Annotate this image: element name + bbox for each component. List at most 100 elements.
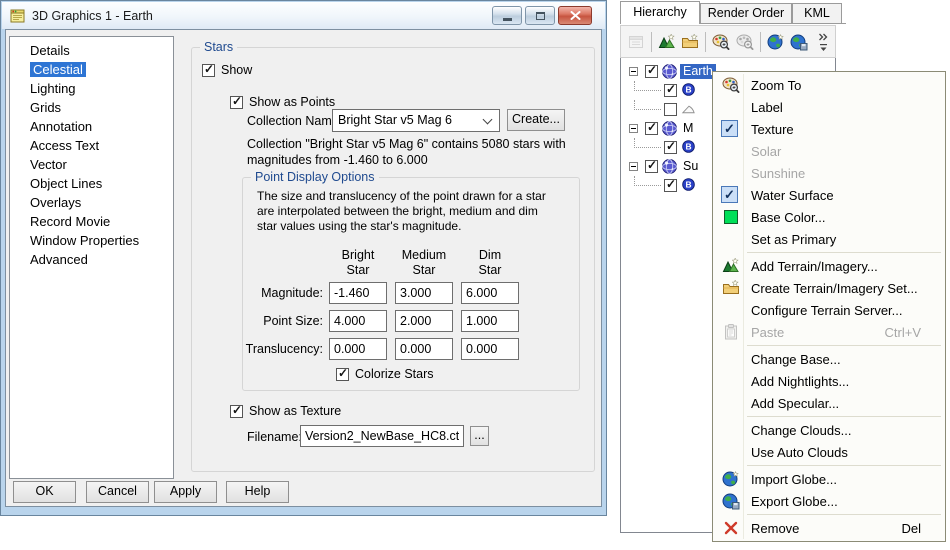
menu-item-add-terrain-imagery[interactable]: Add Terrain/Imagery... [715,255,943,277]
create-terrain-set-button[interactable] [678,30,702,54]
tab-hierarchy[interactable]: Hierarchy [620,1,700,24]
translucency-bright-input[interactable] [329,338,387,360]
sidebar-item-lighting[interactable]: Lighting [10,79,173,98]
remove-icon [719,519,742,537]
checkmark-icon: ✓ [338,366,348,380]
globe-icon [661,63,678,80]
point-size-medium-input[interactable] [395,310,453,332]
sidebar-item-details[interactable]: Details [10,41,173,60]
menu-item-export-globe[interactable]: Export Globe... [715,490,943,512]
menu-item-label[interactable]: Label [715,96,943,118]
menu-item-set-as-primary[interactable]: Set as Primary [715,228,943,250]
show-checkbox[interactable]: ✓ [202,64,215,77]
menu-item-remove[interactable]: RemoveDel [715,517,943,539]
menu-item-label: Export Globe... [751,494,838,509]
tree-checkbox[interactable]: ✓ [664,141,677,154]
tree-checkbox[interactable] [664,103,677,116]
show-as-points-checkbox[interactable]: ✓ [230,96,243,109]
collection-name-label: Collection Name: [247,114,342,129]
tree-expander[interactable] [629,162,638,171]
menu-item-sunshine[interactable]: Sunshine [715,162,943,184]
menu-checkmark-icon: ✓ [721,120,738,137]
tree-expander[interactable] [629,124,638,133]
dialog-titlebar[interactable]: 3D Graphics 1 - Earth [2,2,605,29]
menu-item-change-clouds[interactable]: Change Clouds... [715,419,943,441]
menu-item-use-auto-clouds[interactable]: Use Auto Clouds [715,441,943,463]
translucency-medium-input[interactable] [395,338,453,360]
sidebar-item-celestial[interactable]: Celestial [10,60,173,79]
point-row-label: Magnitude: [243,286,323,300]
sidebar-item-annotation[interactable]: Annotation [10,117,173,136]
menu-item-texture[interactable]: ✓ Texture [715,118,943,140]
tree-item-label: Su [680,159,701,174]
sidebar-item-label: Advanced [30,252,88,267]
point-size-dim-input[interactable] [461,310,519,332]
help-button[interactable]: Help [226,481,289,503]
minimize-button[interactable] [492,6,522,25]
menu-item-add-nightlights[interactable]: Add Nightlights... [715,370,943,392]
menu-item-label: Change Clouds... [751,423,851,438]
magnitude-bright-input[interactable] [329,282,387,304]
sidebar-item-grids[interactable]: Grids [10,98,173,117]
tree-checkbox[interactable]: ✓ [645,160,658,173]
sidebar-item-overlays[interactable]: Overlays [10,193,173,212]
menu-item-base-color[interactable]: Base Color... [715,206,943,228]
menu-item-zoom-to[interactable]: Zoom To [715,74,943,96]
palette-zoom-disabled-button [733,30,757,54]
menu-separator [747,345,941,346]
import-globe-button[interactable] [764,30,788,54]
maximize-button[interactable] [525,6,555,25]
checkmark-icon: ✓ [647,63,657,77]
sidebar-item-object-lines[interactable]: Object Lines [10,174,173,193]
tree-checkbox[interactable]: ✓ [664,179,677,192]
toolbar-overflow-button[interactable] [811,30,835,54]
point-table-column-header: DimStar [460,248,520,278]
cancel-button[interactable]: Cancel [86,481,149,503]
menu-separator [747,252,941,253]
toolbar-separator [705,32,706,52]
point-display-description: The size and translucency of the point d… [257,189,546,203]
checkmark-icon: ✓ [647,158,657,172]
colorize-stars-checkbox[interactable]: ✓ [336,368,349,381]
menu-item-label: Texture [751,122,794,137]
close-button[interactable] [558,6,592,25]
apply-button[interactable]: Apply [154,481,217,503]
palette-zoom-button[interactable] [709,30,733,54]
menu-item-add-specular[interactable]: Add Specular... [715,392,943,414]
show-as-texture-checkbox[interactable]: ✓ [230,405,243,418]
tree-checkbox[interactable]: ✓ [645,122,658,135]
magnitude-medium-input[interactable] [395,282,453,304]
menu-item-water-surface[interactable]: ✓Water Surface [715,184,943,206]
show-as-points-label: Show as Points [249,95,335,110]
create-button[interactable]: Create... [507,109,565,131]
window-controls [492,6,592,25]
tree-checkbox[interactable]: ✓ [664,84,677,97]
tree-expander[interactable] [629,67,638,76]
menu-item-create-terrain-imagery-set[interactable]: Create Terrain/Imagery Set... [715,277,943,299]
sidebar-item-record-movie[interactable]: Record Movie [10,212,173,231]
add-terrain-imagery-button[interactable] [655,30,679,54]
menu-item-configure-terrain-server[interactable]: Configure Terrain Server... [715,299,943,321]
menu-item-paste[interactable]: PasteCtrl+V [715,321,943,343]
export-globe-button[interactable] [787,30,811,54]
sidebar-item-access-text[interactable]: Access Text [10,136,173,155]
translucency-dim-input[interactable] [461,338,519,360]
tree-checkbox[interactable]: ✓ [645,65,658,78]
collection-name-combobox[interactable]: Bright Star v5 Mag 6 [332,109,500,132]
point-size-bright-input[interactable] [329,310,387,332]
point-row-label: Translucency: [243,342,323,356]
menu-item-solar[interactable]: Solar [715,140,943,162]
hierarchy-toolbar [620,25,836,58]
tab-render-order[interactable]: Render Order [700,3,792,23]
tab-kml[interactable]: KML [792,3,842,23]
ok-button[interactable]: OK [13,481,76,503]
menu-item-import-globe[interactable]: Import Globe... [715,468,943,490]
menu-item-change-base[interactable]: Change Base... [715,348,943,370]
filename-input[interactable] [300,425,464,447]
column-header-line: Star [460,263,520,278]
sidebar-item-advanced[interactable]: Advanced [10,250,173,269]
sidebar-item-vector[interactable]: Vector [10,155,173,174]
magnitude-dim-input[interactable] [461,282,519,304]
sidebar-item-window-properties[interactable]: Window Properties [10,231,173,250]
browse-button[interactable]: ... [470,426,489,446]
